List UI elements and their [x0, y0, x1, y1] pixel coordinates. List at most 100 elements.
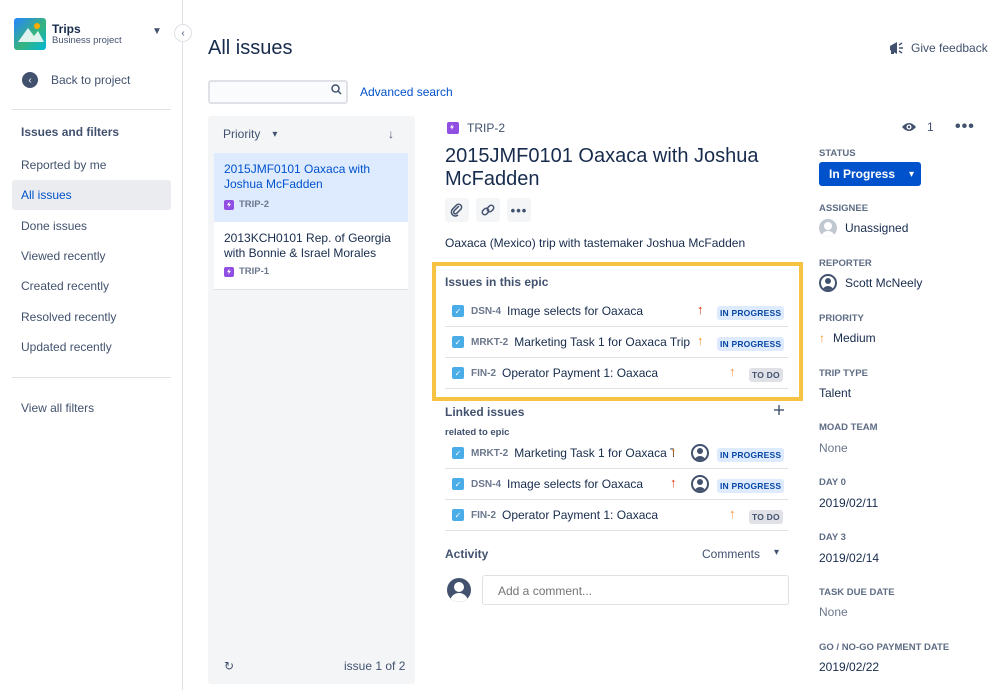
back-to-project-link[interactable]: ‹ Back to project [22, 72, 130, 88]
sort-direction-arrow-icon[interactable]: ↓ [388, 127, 394, 141]
comment-input[interactable] [482, 575, 789, 605]
sidebar: Trips Business project ▼ ‹ Back to proje… [0, 0, 183, 690]
status-dropdown[interactable]: In Progress ▾ [819, 162, 921, 186]
linked-issue-row[interactable]: ✓ DSN-4 Image selects for Oaxaca ↑ IN PR… [445, 469, 788, 500]
more-options-icon[interactable]: ••• [955, 118, 975, 136]
issue-row-summary[interactable]: Operator Payment 1: Oaxaca [502, 366, 658, 380]
task-icon: ✓ [452, 336, 464, 348]
issue-row-summary[interactable]: Image selects for Oaxaca [507, 477, 643, 491]
status-value: In Progress [829, 167, 896, 181]
issue-row-summary[interactable]: Marketing Task 1 for Oaxaca Trip [514, 335, 690, 349]
sort-label: Priority [223, 127, 261, 141]
project-name[interactable]: Trips [52, 22, 81, 36]
issue-row-key[interactable]: DSN-4 [471, 306, 501, 317]
epic-issue-row[interactable]: ✓ FIN-2 Operator Payment 1: Oaxaca ↑ TO … [445, 358, 788, 389]
avatar [819, 219, 837, 237]
assignee-field[interactable]: Unassigned [819, 219, 908, 237]
comments-label: Comments [702, 547, 761, 561]
issue-title[interactable]: 2015JMF0101 Oaxaca with Joshua McFadden [445, 145, 790, 191]
moad-team-label: MOAD TEAM [819, 422, 878, 433]
task-icon: ✓ [452, 305, 464, 317]
divider [12, 377, 171, 378]
priority-field[interactable]: ↑ Medium [819, 331, 876, 345]
nav-item-updated-recently[interactable]: Updated recently [12, 332, 171, 362]
more-actions-button[interactable]: ••• [507, 198, 531, 222]
refresh-icon[interactable]: ↻ [224, 659, 234, 673]
assignee-avatar[interactable] [691, 444, 709, 462]
priority-medium-icon: ↑ [670, 444, 677, 459]
epic-issue-row[interactable]: ✓ DSN-4 Image selects for Oaxaca ↑ IN PR… [445, 296, 788, 327]
attach-button[interactable] [445, 198, 469, 222]
advanced-search-link[interactable]: Advanced search [360, 85, 453, 99]
paperclip-icon [450, 203, 463, 217]
collapse-sidebar-button[interactable]: ‹ [174, 24, 192, 42]
task-due-date-value[interactable]: None [819, 605, 848, 619]
gonogo-payment-date-label: GO / NO-GO PAYMENT DATE [819, 642, 950, 653]
day3-value[interactable]: 2019/02/14 [819, 551, 879, 565]
watch-button[interactable]: 1 [901, 120, 934, 134]
issue-row-key[interactable]: FIN-2 [471, 368, 496, 379]
card-summary: 2015JMF0101 Oaxaca with Joshua McFadden [224, 162, 371, 191]
priority-value: Medium [833, 331, 876, 345]
epic-icon [224, 199, 234, 210]
add-link-icon[interactable] [773, 404, 785, 419]
chevron-down-icon: ▾ [774, 547, 780, 558]
issue-description[interactable]: Oaxaca (Mexico) trip with tastemaker Jos… [445, 236, 745, 250]
linked-issue-row[interactable]: ✓ MRKT-2 Marketing Task 1 for Oaxaca Tri… [445, 438, 788, 469]
priority-medium-icon: ↑ [729, 506, 736, 521]
status-badge: IN PROGRESS [717, 448, 785, 462]
give-feedback-button[interactable]: Give feedback [888, 40, 988, 56]
nav-heading: Issues and filters [21, 125, 120, 139]
issue-row-key[interactable]: DSN-4 [471, 479, 501, 490]
comments-dropdown[interactable]: Comments ▾ [702, 547, 779, 561]
nav-item-viewed-recently[interactable]: Viewed recently [12, 241, 171, 271]
gonogo-payment-date-value[interactable]: 2019/02/22 [819, 660, 879, 674]
nav-item-resolved-recently[interactable]: Resolved recently [12, 302, 171, 332]
reporter-field[interactable]: Scott McNeely [819, 274, 922, 292]
megaphone-icon [890, 42, 903, 54]
issue-key-breadcrumb[interactable]: TRIP-2 [447, 121, 505, 135]
epic-icon [447, 122, 459, 134]
comment-field[interactable] [498, 584, 773, 598]
avatar [447, 578, 471, 602]
card-summary: 2013KCH0101 Rep. of Georgia with Bonnie … [224, 231, 391, 260]
pagination-text: issue 1 of 2 [344, 659, 406, 673]
search-input[interactable] [208, 80, 348, 104]
nav-item-reported-by-me[interactable]: Reported by me [12, 150, 171, 180]
nav-item-all-issues[interactable]: All issues [12, 180, 171, 210]
issue-card[interactable]: 2013KCH0101 Rep. of Georgia with Bonnie … [214, 222, 408, 290]
nav-item-done-issues[interactable]: Done issues [12, 211, 171, 241]
epic-icon [224, 266, 234, 277]
priority-high-icon: ↑ [697, 302, 704, 317]
assignee-avatar[interactable] [691, 475, 709, 493]
issue-row-key[interactable]: FIN-2 [471, 510, 496, 521]
status-badge: IN PROGRESS [717, 337, 785, 351]
task-due-date-label: TASK DUE DATE [819, 587, 895, 598]
view-all-filters-link[interactable]: View all filters [12, 393, 171, 423]
sort-priority-button[interactable]: Priority ▾ [223, 127, 277, 141]
link-relation-label: related to epic [445, 427, 510, 438]
issue-row-key[interactable]: MRKT-2 [471, 337, 508, 348]
status-badge: IN PROGRESS [717, 479, 785, 493]
issue-row-key[interactable]: MRKT-2 [471, 448, 508, 459]
trip-type-value[interactable]: Talent [819, 386, 851, 400]
nav-item-created-recently[interactable]: Created recently [12, 271, 171, 301]
issue-card[interactable]: 2015JMF0101 Oaxaca with Joshua McFadden … [214, 153, 408, 222]
card-key: TRIP-2 [239, 199, 270, 210]
card-key: TRIP-1 [239, 266, 270, 277]
priority-medium-icon: ↑ [819, 331, 825, 345]
issue-key: TRIP-2 [467, 121, 506, 135]
issue-row-summary[interactable]: Operator Payment 1: Oaxaca [502, 508, 658, 522]
status-badge: TO DO [749, 510, 783, 524]
issue-row-summary[interactable]: Marketing Task 1 for Oaxaca Trip [514, 446, 674, 460]
epic-issue-row[interactable]: ✓ MRKT-2 Marketing Task 1 for Oaxaca Tri… [445, 327, 788, 358]
link-issue-button[interactable] [476, 198, 500, 222]
issue-row-summary[interactable]: Image selects for Oaxaca [507, 304, 643, 318]
priority-label: PRIORITY [819, 313, 864, 324]
day0-value[interactable]: 2019/02/11 [819, 496, 878, 510]
moad-team-value[interactable]: None [819, 441, 848, 455]
chevron-down-icon[interactable]: ▼ [152, 26, 162, 37]
watch-count: 1 [927, 120, 934, 134]
linked-issue-row[interactable]: ✓ FIN-2 Operator Payment 1: Oaxaca ↑ TO … [445, 500, 788, 531]
reporter-value: Scott McNeely [845, 276, 923, 290]
